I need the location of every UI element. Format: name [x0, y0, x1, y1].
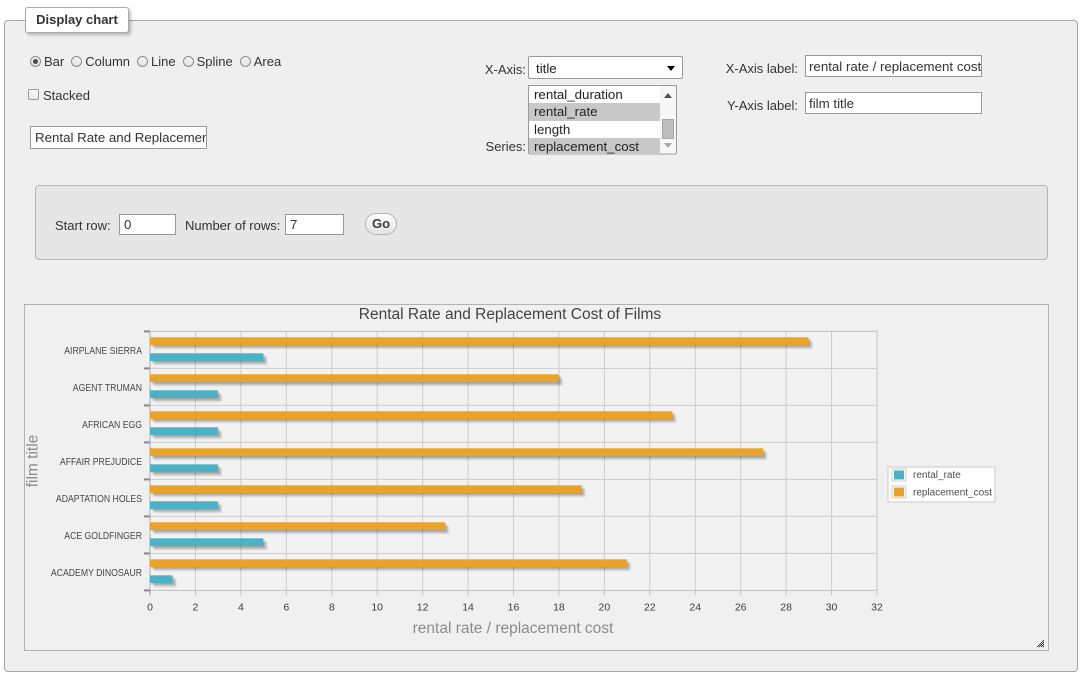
svg-text:0: 0: [147, 602, 153, 614]
svg-text:12: 12: [417, 602, 429, 614]
svg-text:32: 32: [871, 602, 883, 614]
svg-text:ADAPTATION HOLES: ADAPTATION HOLES: [56, 493, 142, 504]
svg-text:6: 6: [283, 602, 289, 614]
svg-text:18: 18: [553, 602, 565, 614]
svg-text:film title: film title: [25, 435, 42, 488]
svg-text:AIRPLANE SIERRA: AIRPLANE SIERRA: [64, 345, 142, 356]
svg-text:rental rate / replacement cost: rental rate / replacement cost: [413, 620, 614, 637]
svg-text:Rental Rate and Replacement Co: Rental Rate and Replacement Cost of Film…: [359, 306, 662, 323]
svg-text:4: 4: [238, 602, 244, 614]
svg-text:AGENT TRUMAN: AGENT TRUMAN: [73, 382, 142, 393]
svg-text:10: 10: [371, 602, 383, 614]
svg-text:AFFAIR PREJUDICE: AFFAIR PREJUDICE: [60, 456, 142, 467]
svg-text:26: 26: [735, 602, 747, 614]
svg-text:28: 28: [780, 602, 792, 614]
svg-text:rental_rate: rental_rate: [913, 470, 961, 481]
svg-text:ACE GOLDFINGER: ACE GOLDFINGER: [64, 530, 142, 541]
svg-text:AFRICAN EGG: AFRICAN EGG: [82, 419, 142, 430]
svg-text:20: 20: [599, 602, 611, 614]
svg-text:replacement_cost: replacement_cost: [913, 487, 992, 498]
svg-text:ACADEMY DINOSAUR: ACADEMY DINOSAUR: [51, 567, 142, 578]
svg-text:22: 22: [644, 602, 656, 614]
svg-text:8: 8: [329, 602, 335, 614]
svg-text:24: 24: [689, 602, 701, 614]
svg-text:30: 30: [826, 602, 838, 614]
svg-text:16: 16: [508, 602, 520, 614]
svg-text:2: 2: [193, 602, 199, 614]
svg-text:14: 14: [462, 602, 474, 614]
